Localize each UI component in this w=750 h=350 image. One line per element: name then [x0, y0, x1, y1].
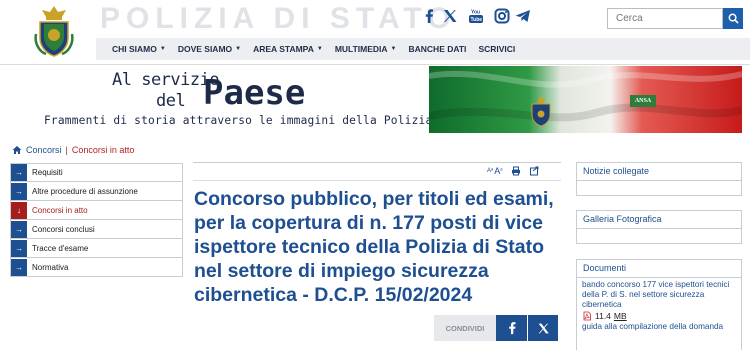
breadcrumb-separator: |: [65, 145, 68, 155]
italian-flag-image: [429, 66, 742, 133]
svg-text:Tube: Tube: [471, 17, 483, 23]
share-icon[interactable]: [529, 166, 539, 176]
search-button[interactable]: [723, 8, 743, 29]
font-size-controls[interactable]: Aᵃ Aᵃ: [487, 166, 503, 176]
nav-area-stampa[interactable]: AREA STAMPA ▼: [253, 44, 323, 54]
flag-photo: [429, 66, 742, 133]
box-body: [577, 181, 741, 195]
sidebar-item-requisiti[interactable]: → Requisiti: [10, 163, 183, 182]
nav-banche-dati[interactable]: BANCHE DATI: [409, 44, 467, 54]
sidebar-item-concorsi-in-atto[interactable]: ↓ Concorsi in atto: [10, 201, 183, 220]
divider: [193, 162, 561, 163]
ansa-badge: ANSA: [630, 95, 656, 107]
share-label: CONDIVIDI: [434, 315, 496, 341]
polizia-emblem-logo[interactable]: [32, 4, 76, 58]
nav-dove-siamo[interactable]: DOVE SIAMO ▼: [178, 44, 241, 54]
sidebar-item-altre-procedure[interactable]: → Altre procedure di assunzione: [10, 182, 183, 201]
sidebar-item-label: Tracce d'esame: [32, 243, 89, 253]
photo-gallery-title[interactable]: Galleria Fotografica: [577, 211, 741, 229]
arrow-right-icon: →: [11, 164, 27, 181]
photo-gallery-box: Galleria Fotografica: [576, 210, 742, 244]
sidebar-item-label: Concorsi conclusi: [32, 224, 95, 234]
related-news-box: Notizie collegate: [576, 162, 742, 196]
chevron-down-icon: ▼: [390, 46, 397, 52]
documents-box: Documenti bando concorso 177 vice ispett…: [576, 259, 742, 350]
chevron-down-icon: ▼: [316, 46, 323, 52]
pdf-icon: [583, 311, 591, 321]
related-news-title[interactable]: Notizie collegate: [577, 163, 741, 181]
documents-title: Documenti: [577, 260, 741, 278]
sidebar-item-label: Altre procedure di assunzione: [32, 186, 138, 196]
sidebar-menu: → Requisiti → Altre procedure di assunzi…: [10, 163, 183, 277]
divider: [0, 64, 750, 65]
sidebar-item-tracce-esame[interactable]: → Tracce d'esame: [10, 239, 183, 258]
breadcrumb-link[interactable]: Concorsi: [26, 145, 62, 155]
nav-label: BANCHE DATI: [408, 44, 467, 54]
sidebar-item-label: Normativa: [32, 262, 69, 272]
breadcrumb-current: Concorsi in atto: [71, 145, 135, 155]
svg-text:You: You: [471, 10, 480, 16]
divider: [193, 180, 561, 181]
facebook-icon: [508, 322, 515, 335]
youtube-icon[interactable]: You Tube: [468, 8, 484, 24]
search-icon: [728, 13, 739, 24]
sidebar-item-concorsi-conclusi[interactable]: → Concorsi conclusi: [10, 220, 183, 239]
nav-chi-siamo[interactable]: CHI SIAMO ▼: [112, 44, 166, 54]
instagram-icon[interactable]: [494, 8, 510, 24]
breadcrumb: Concorsi | Concorsi in atto: [12, 145, 134, 155]
search-input[interactable]: [607, 8, 723, 29]
chevron-down-icon: ▼: [159, 46, 166, 52]
arrow-right-icon: →: [11, 239, 27, 257]
document-size: 11.4: [595, 311, 611, 321]
nav-label: SCRIVICI: [478, 44, 516, 54]
facebook-icon[interactable]: [421, 8, 437, 24]
telegram-icon[interactable]: [515, 8, 531, 24]
banner-line-2-small: del: [156, 91, 186, 111]
nav-label: AREA STAMPA: [253, 44, 314, 54]
document-meta: 11.4 MB: [577, 310, 741, 322]
article-tools: Aᵃ Aᵃ: [487, 166, 539, 176]
arrow-right-icon: →: [11, 182, 27, 200]
box-body: [577, 229, 741, 243]
site-header: POLIZIA DI STATO You Tube CHI SIAMO▼ DOV…: [0, 0, 750, 64]
x-icon: [538, 323, 549, 333]
nav-label: MULTIMEDIA: [334, 44, 388, 54]
nav-scrivici[interactable]: SCRIVICI: [478, 44, 515, 54]
sidebar-item-normativa[interactable]: → Normativa: [10, 258, 183, 277]
share-x-button[interactable]: [527, 315, 558, 341]
banner-subtitle: Frammenti di storia attraverso le immagi…: [44, 114, 433, 127]
sidebar-item-label: Concorsi in atto: [32, 205, 88, 215]
print-icon[interactable]: [511, 166, 521, 176]
document-link[interactable]: bando concorso 177 vice ispettori tecnic…: [577, 278, 741, 310]
nav-multimedia[interactable]: MULTIMEDIA ▼: [335, 44, 397, 54]
arrow-down-icon: ↓: [11, 201, 27, 219]
main-nav: CHI SIAMO ▼ DOVE SIAMO ▼ AREA STAMPA ▼ MULT…: [96, 38, 750, 60]
share-facebook-button[interactable]: [496, 315, 527, 341]
nav-label: CHI SIAMO: [112, 44, 157, 54]
nav-label: DOVE SIAMO: [177, 44, 233, 54]
site-title: POLIZIA DI STATO: [100, 2, 457, 35]
article-title: Concorso pubblico, per titoli ed esami, …: [194, 188, 554, 306]
document-link[interactable]: guida alla compilazione della domanda: [577, 322, 741, 332]
sidebar-item-label: Requisiti: [32, 168, 63, 177]
arrow-right-icon: →: [11, 220, 27, 238]
arrow-right-icon: →: [11, 258, 27, 276]
chevron-down-icon: ▼: [235, 46, 242, 52]
x-icon[interactable]: [442, 8, 458, 24]
banner-line-2-big: Paese: [203, 73, 306, 113]
document-size-unit: MB: [613, 311, 627, 321]
home-icon[interactable]: [12, 145, 22, 155]
